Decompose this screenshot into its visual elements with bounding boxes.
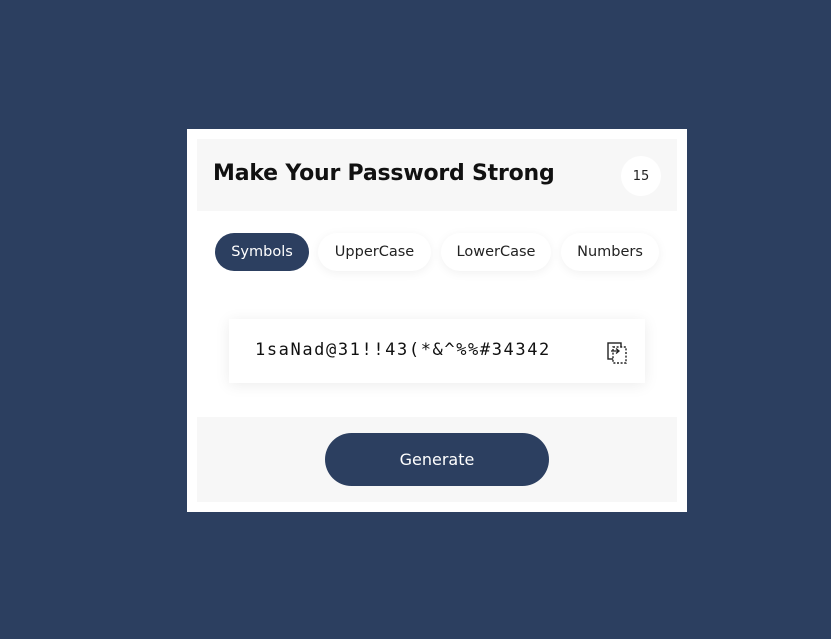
option-lowercase[interactable]: LowerCase [441,233,551,271]
copy-icon[interactable] [605,341,629,365]
generate-button[interactable]: Generate [325,433,549,486]
option-uppercase[interactable]: UpperCase [318,233,431,271]
option-numbers[interactable]: Numbers [561,233,659,271]
password-generator-card: Make Your Password Strong 15 Symbols Upp… [187,129,687,512]
password-length-badge: 15 [621,156,661,196]
page-title: Make Your Password Strong [213,161,555,186]
generated-password: 1saNad@31!!43(*&^%%#34342 [255,340,551,360]
card-header: Make Your Password Strong 15 [197,139,677,211]
password-output: 1saNad@31!!43(*&^%%#34342 [229,319,645,383]
option-symbols[interactable]: Symbols [215,233,309,271]
card-footer: Generate [197,417,677,502]
